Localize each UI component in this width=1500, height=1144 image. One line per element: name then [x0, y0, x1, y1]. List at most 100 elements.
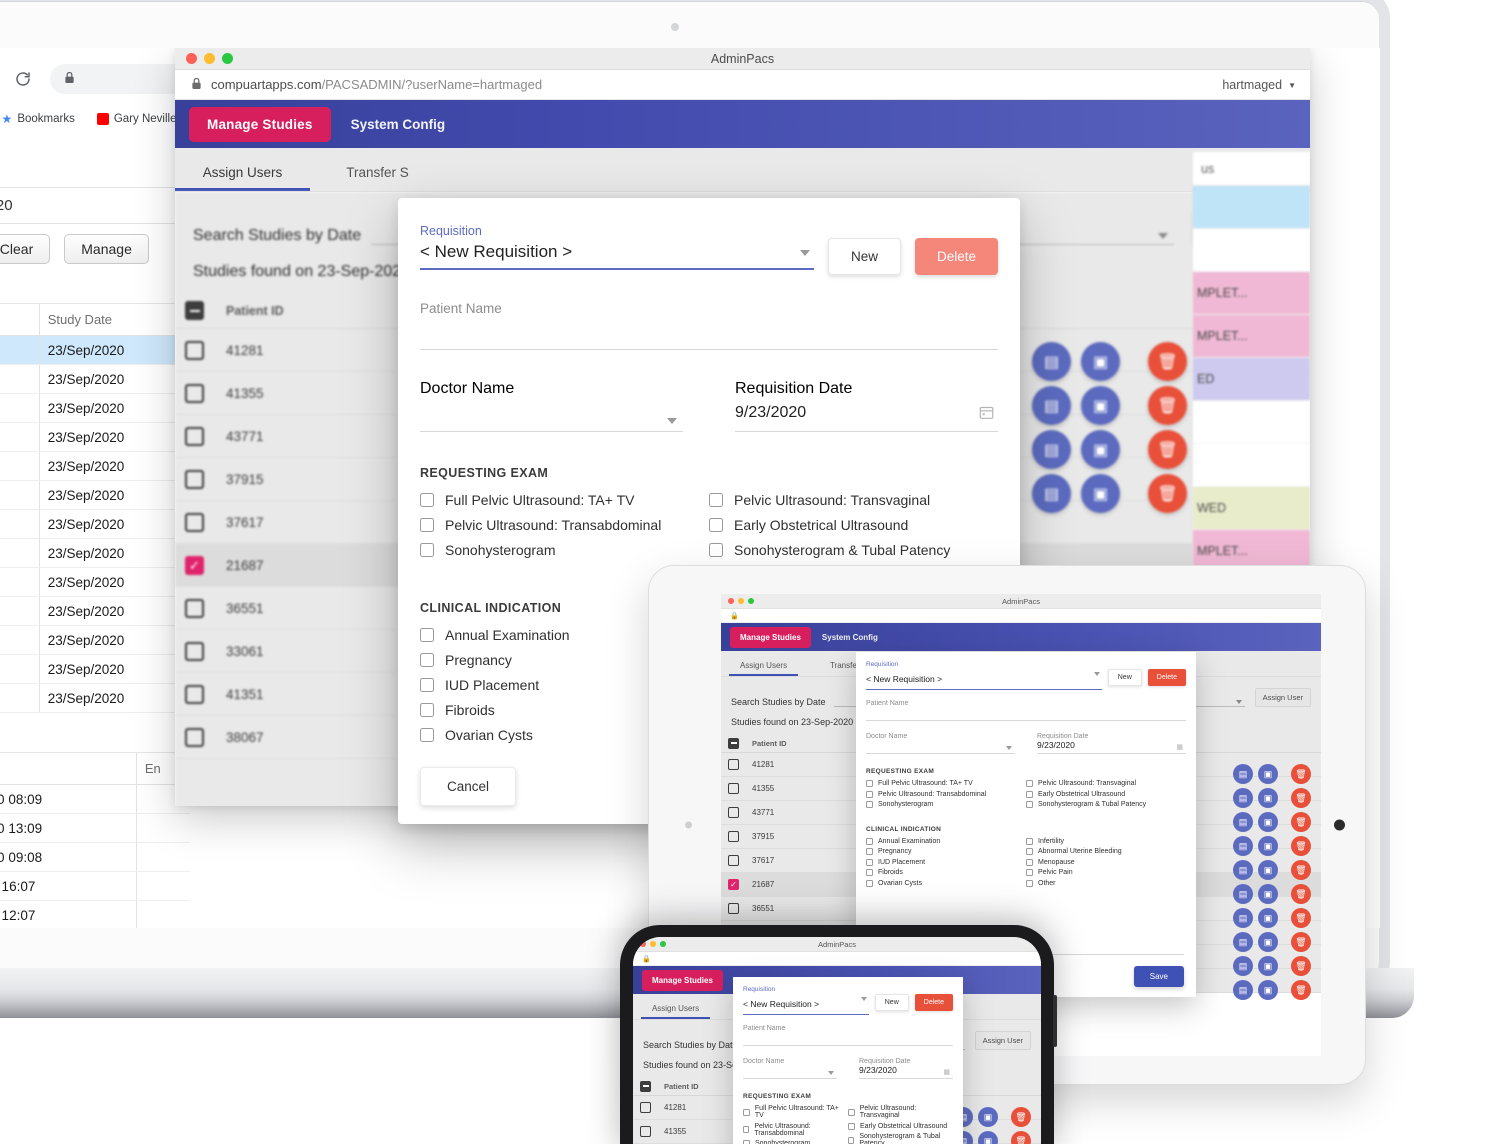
checkbox-icon[interactable] [709, 518, 723, 532]
exam-option[interactable]: Early Obstetrical Ultrasound [709, 517, 998, 533]
reload-icon[interactable] [6, 62, 40, 96]
delete-requisition-button[interactable]: Delete [1147, 669, 1186, 686]
image-icon[interactable]: ▣ [1258, 932, 1278, 952]
report-icon[interactable]: ▤ [1032, 474, 1071, 513]
col-study-date[interactable]: Study Date [0, 753, 137, 785]
new-requisition-button[interactable]: New [827, 238, 901, 275]
report-icon[interactable]: ▤ [1032, 430, 1071, 469]
cancel-button[interactable]: Cancel [420, 767, 517, 806]
select-all-checkbox[interactable] [640, 1080, 651, 1092]
image-icon[interactable]: ▣ [1081, 474, 1120, 513]
row-checkbox[interactable] [185, 727, 204, 747]
row-checkbox[interactable] [185, 512, 204, 532]
checkbox-icon[interactable] [866, 879, 873, 887]
indication-option[interactable]: Menopause [1026, 858, 1186, 866]
new-requisition-button[interactable]: New [874, 994, 909, 1011]
exam-option[interactable]: Pelvic Ultrasound: Transabdominal [420, 517, 709, 533]
table-row[interactable]: 3791523/Sep/2020 [0, 393, 190, 423]
table-row[interactable]: 4085523/Sep/2020 [0, 625, 190, 655]
row-checkbox[interactable] [728, 879, 739, 890]
report-icon[interactable]: ▤ [1233, 812, 1253, 832]
indication-option[interactable]: IUD Placement [866, 858, 1026, 866]
checkbox-icon[interactable] [866, 848, 873, 855]
checkbox-icon[interactable] [1026, 848, 1033, 855]
row-checkbox[interactable] [185, 684, 204, 704]
checkbox-icon[interactable] [848, 1136, 855, 1144]
tab-transfer-studies[interactable]: Transfer S [310, 165, 445, 191]
delete-icon[interactable]: 🗑 [1291, 764, 1311, 784]
checkbox-icon[interactable] [1026, 837, 1033, 845]
row-checkbox[interactable] [728, 831, 739, 842]
exam-option[interactable]: Sonohysterogram [420, 542, 709, 558]
requisition-date-input[interactable]: 9/23/2020 ▦ [1037, 740, 1186, 754]
indication-option[interactable]: Ovarian Cysts [866, 879, 1026, 887]
image-icon[interactable]: ▣ [1081, 430, 1120, 469]
checkbox-icon[interactable] [1026, 790, 1033, 798]
doctor-name-select[interactable] [743, 1065, 837, 1079]
checkbox-icon[interactable] [743, 1140, 750, 1144]
patient-name-input[interactable] [866, 707, 1186, 721]
tablet-home-button[interactable] [1334, 819, 1345, 831]
exam-option[interactable]: Sonohysterogram & Tubal Patency [709, 542, 998, 558]
report-icon[interactable]: ▤ [1233, 860, 1253, 880]
image-icon[interactable]: ▣ [1258, 980, 1278, 1000]
table-row[interactable]: 17/Jul/2020 16:07 [0, 871, 190, 901]
table-row[interactable]: 16/Sep/2020 13:09 [0, 813, 190, 843]
checkbox-icon[interactable] [420, 543, 434, 557]
patient-name-input[interactable] [420, 316, 998, 350]
image-icon[interactable]: ▣ [1258, 860, 1278, 880]
image-icon[interactable]: ▣ [1258, 764, 1278, 784]
indication-option[interactable]: Infertility [1026, 837, 1186, 845]
delete-icon[interactable]: 🗑 [1291, 860, 1311, 880]
doctor-name-select[interactable] [866, 740, 1015, 754]
exam-option[interactable]: Pelvic Ultrasound: Transabdominal [743, 1123, 848, 1137]
calendar-icon[interactable] [979, 405, 994, 425]
image-icon[interactable]: ▣ [1258, 788, 1278, 808]
delete-icon[interactable]: 🗑 [1291, 788, 1311, 808]
table-row[interactable]: 3806723/Sep/2020 [0, 364, 190, 394]
exam-option[interactable]: Pelvic Ultrasound: Transabdominal [866, 790, 1026, 798]
checkbox-icon[interactable] [420, 678, 434, 692]
exam-option[interactable]: Full Pelvic Ultrasound: TA+ TV [866, 780, 1026, 787]
indication-option[interactable]: Pregnancy [866, 848, 1026, 855]
row-checkbox[interactable] [728, 807, 739, 818]
checkbox-icon[interactable] [420, 518, 434, 532]
row-checkbox[interactable] [728, 759, 739, 770]
checkbox-icon[interactable] [1026, 780, 1033, 787]
bookmark-item[interactable]: ★ Bookmarks [2, 112, 75, 126]
exam-option[interactable]: Sonohysterogram & Tubal Patency [848, 1133, 953, 1144]
save-button[interactable]: Save [1133, 966, 1184, 987]
indication-option[interactable]: Abnormal Uterine Bleeding [1026, 848, 1186, 855]
exam-option[interactable]: Sonohysterogram [743, 1140, 848, 1144]
image-icon[interactable]: ▣ [1258, 908, 1278, 928]
doctor-name-select[interactable] [420, 398, 683, 432]
patient-name-input[interactable] [743, 1032, 953, 1046]
row-checkbox[interactable] [185, 555, 204, 575]
manage-button[interactable]: Manage [64, 234, 149, 264]
report-icon[interactable]: ▤ [1032, 342, 1071, 381]
table-row[interactable]: 3279123/Sep/2020 [0, 451, 190, 481]
requisition-select[interactable]: < New Requisition > [866, 669, 1102, 690]
image-icon[interactable]: ▣ [1258, 884, 1278, 904]
checkbox-icon[interactable] [420, 703, 434, 717]
checkbox-icon[interactable] [420, 628, 434, 642]
delete-icon[interactable]: 🗑 [1291, 836, 1311, 856]
delete-icon[interactable]: 🗑 [1291, 932, 1311, 952]
delete-icon[interactable]: 🗑 [1291, 812, 1311, 832]
report-icon[interactable]: ▤ [1032, 386, 1071, 425]
select-all-checkbox[interactable] [728, 737, 739, 749]
clear-button[interactable]: Clear [0, 234, 51, 264]
report-icon[interactable]: ▤ [1233, 956, 1253, 976]
row-checkbox[interactable] [640, 1102, 651, 1113]
table-row[interactable]: 4326123/Sep/2020 [0, 596, 190, 626]
checkbox-icon[interactable] [848, 1122, 855, 1130]
table-row[interactable]: 4377123/Sep/2020 [0, 683, 190, 713]
row-checkbox[interactable] [640, 1126, 651, 1137]
checkbox-icon[interactable] [1026, 858, 1033, 866]
checkbox-icon[interactable] [866, 801, 873, 808]
app-url-bar[interactable]: 🔒 [633, 952, 1041, 966]
checkbox-icon[interactable] [848, 1108, 855, 1116]
exam-option[interactable]: Early Obstetrical Ultrasound [1026, 790, 1186, 798]
table-row[interactable]: 4229123/Sep/2020 [0, 567, 190, 597]
checkbox-icon[interactable] [1026, 879, 1033, 887]
